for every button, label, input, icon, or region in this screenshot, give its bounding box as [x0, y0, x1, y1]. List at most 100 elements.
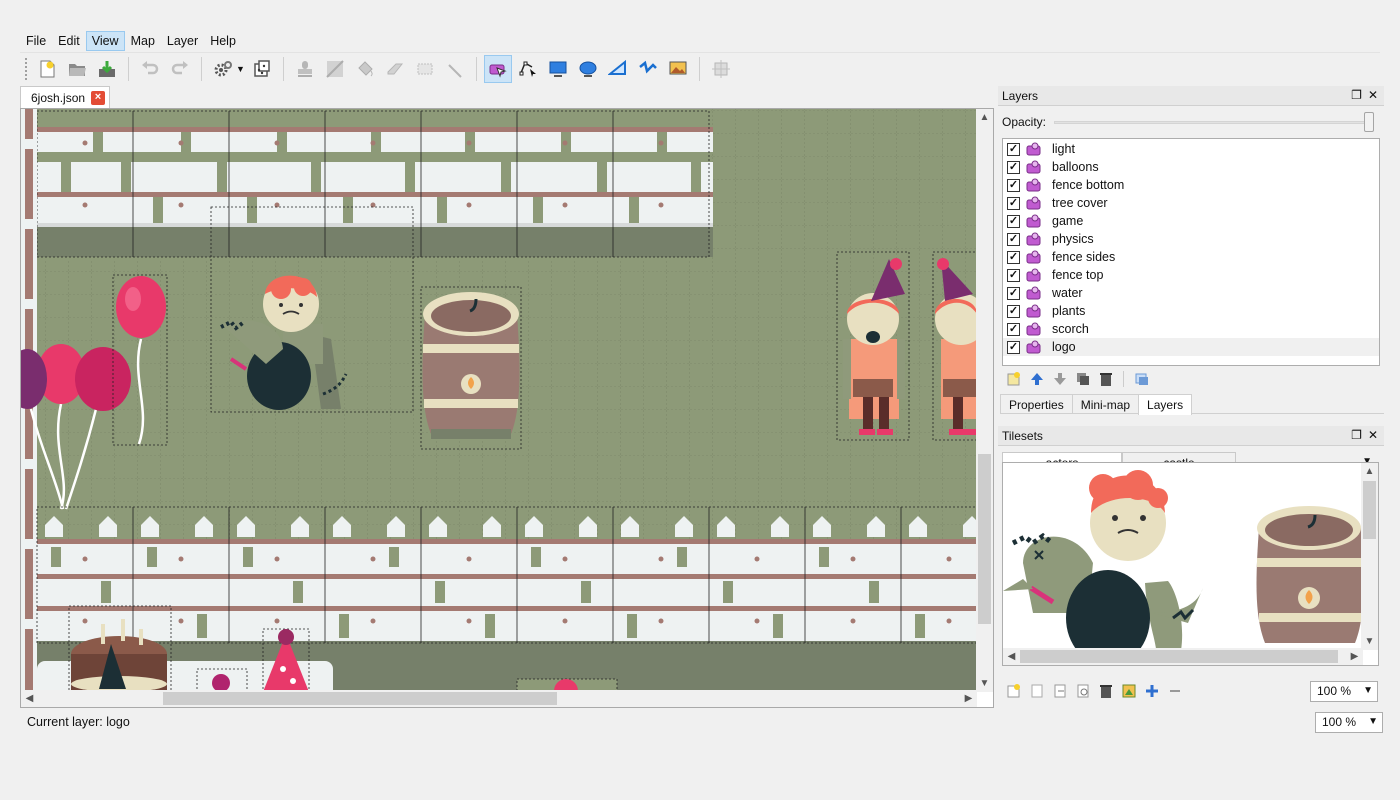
layer-visibility-checkbox[interactable]: ✓ [1007, 214, 1020, 228]
opacity-slider[interactable] [1054, 112, 1374, 132]
map-vertical-scrollbar[interactable]: ▲ ▼ [976, 109, 993, 692]
magic-wand-button[interactable] [441, 55, 469, 83]
tab-mini-map[interactable]: Mini-map [1071, 394, 1140, 413]
bucket-fill-button[interactable] [351, 55, 379, 83]
scroll-left-icon[interactable]: ◀ [1003, 648, 1020, 665]
layer-row[interactable]: ✓ physics [1003, 230, 1379, 248]
scroll-right-icon[interactable]: ▶ [960, 690, 977, 707]
tab-layers[interactable]: Layers [1138, 394, 1193, 415]
zoom-in-button[interactable] [1142, 682, 1161, 701]
insert-polyline-button[interactable] [634, 55, 662, 83]
new-map-button[interactable] [33, 55, 61, 83]
map-horizontal-scrollbar[interactable]: ◀ ▶ [21, 690, 977, 707]
world-tool-button[interactable] [707, 55, 735, 83]
layer-visibility-checkbox[interactable]: ✓ [1007, 322, 1020, 336]
map-horizontal-scroll-thumb[interactable] [163, 692, 557, 705]
insert-rectangle-button[interactable] [544, 55, 572, 83]
document-tab[interactable]: 6josh.json × [20, 86, 110, 108]
layer-row[interactable]: ✓ light [1003, 140, 1379, 158]
edit-polygons-button[interactable] [514, 55, 542, 83]
layer-visibility-checkbox[interactable]: ✓ [1007, 286, 1020, 300]
delete-layer-button[interactable] [1096, 370, 1115, 389]
new-tileset-button[interactable] [1004, 682, 1023, 701]
layer-row[interactable]: ✓ fence sides [1003, 248, 1379, 266]
close-icon[interactable]: ✕ [1368, 428, 1378, 442]
layer-row[interactable]: ✓ scorch [1003, 320, 1379, 338]
map-vertical-scroll-thumb[interactable] [978, 454, 991, 624]
layer-row[interactable]: ✓ plants [1003, 302, 1379, 320]
eraser-button[interactable] [381, 55, 409, 83]
random-mode-button[interactable] [248, 55, 276, 83]
scroll-down-icon[interactable]: ▼ [976, 675, 993, 692]
scroll-up-icon[interactable]: ▲ [976, 109, 993, 126]
tileset-vertical-scroll-thumb[interactable] [1363, 481, 1376, 539]
select-objects-button[interactable] [483, 54, 512, 83]
layer-visibility-checkbox[interactable]: ✓ [1007, 304, 1020, 318]
scroll-right-icon[interactable]: ▶ [1346, 648, 1363, 665]
map-view[interactable]: ▲ ▼ ◀ ▶ [20, 108, 994, 708]
insert-ellipse-button[interactable] [574, 55, 602, 83]
zoom-out-button[interactable] [1165, 682, 1184, 701]
layer-visibility-checkbox[interactable]: ✓ [1007, 142, 1020, 156]
tileset-horizontal-scrollbar[interactable]: ◀ ▶ [1003, 648, 1363, 665]
raise-layer-button[interactable] [1027, 370, 1046, 389]
menu-help[interactable]: Help [204, 31, 242, 51]
layer-row[interactable]: ✓ fence top [1003, 266, 1379, 284]
tileset-properties-button[interactable] [1073, 682, 1092, 701]
terrain-brush-button[interactable] [321, 55, 349, 83]
redo-button[interactable] [166, 55, 194, 83]
layer-row[interactable]: ✓ water [1003, 284, 1379, 302]
layer-row[interactable]: ✓ logo [1003, 338, 1379, 356]
undock-icon[interactable]: ❐ [1351, 428, 1362, 442]
layer-visibility-checkbox[interactable]: ✓ [1007, 178, 1020, 192]
commands-dropdown-icon[interactable]: ▼ [236, 64, 245, 74]
layer-visibility-checkbox[interactable]: ✓ [1007, 268, 1020, 282]
export-tileset-button[interactable] [1050, 682, 1069, 701]
tileset-horizontal-scroll-thumb[interactable] [1020, 650, 1338, 663]
undock-icon[interactable]: ❐ [1351, 88, 1362, 102]
layer-visibility-checkbox[interactable]: ✓ [1007, 196, 1020, 210]
insert-polygon-button[interactable] [604, 55, 632, 83]
close-tab-icon[interactable]: × [91, 91, 105, 105]
stamp-brush-button[interactable] [291, 55, 319, 83]
layer-row[interactable]: ✓ game [1003, 212, 1379, 230]
insert-tile-button[interactable] [664, 55, 692, 83]
layer-row[interactable]: ✓ tree cover [1003, 194, 1379, 212]
layer-row[interactable]: ✓ fence bottom [1003, 176, 1379, 194]
layer-visibility-checkbox[interactable]: ✓ [1007, 160, 1020, 174]
undo-button[interactable] [136, 55, 164, 83]
menu-view[interactable]: View [85, 30, 125, 51]
tab-properties[interactable]: Properties [1000, 394, 1073, 413]
menu-map[interactable]: Map [125, 31, 161, 51]
toolbar-grip[interactable] [24, 56, 28, 81]
menu-edit[interactable]: Edit [52, 31, 86, 51]
duplicate-layer-button[interactable] [1073, 370, 1092, 389]
map-zoom-select[interactable]: 100 % ▼ [1315, 712, 1383, 733]
layer-visibility-checkbox[interactable]: ✓ [1007, 250, 1020, 264]
close-icon[interactable]: ✕ [1368, 88, 1378, 102]
open-button[interactable] [63, 55, 91, 83]
commands-button[interactable] [209, 55, 237, 83]
menu-file[interactable]: File [20, 31, 52, 51]
scroll-up-icon[interactable]: ▲ [1361, 463, 1378, 480]
remove-tileset-button[interactable] [1096, 682, 1115, 701]
save-button[interactable] [93, 55, 121, 83]
tileset-zoom-select[interactable]: 100 % ▼ [1310, 681, 1378, 702]
scroll-left-icon[interactable]: ◀ [21, 690, 38, 707]
highlight-layer-button[interactable] [1132, 370, 1151, 389]
embed-tileset-button[interactable] [1027, 682, 1046, 701]
scroll-down-icon[interactable]: ▼ [1361, 633, 1378, 650]
add-layer-button[interactable] [1004, 370, 1023, 389]
tileset-view[interactable]: ▲ ▼ ◀ ▶ [1002, 462, 1379, 666]
layer-visibility-checkbox[interactable]: ✓ [1007, 232, 1020, 246]
opacity-slider-handle[interactable] [1364, 112, 1374, 132]
lower-layer-button[interactable] [1050, 370, 1069, 389]
tileset-vertical-scrollbar[interactable]: ▲ ▼ [1361, 463, 1378, 650]
layer-row[interactable]: ✓ balloons [1003, 158, 1379, 176]
map-canvas[interactable] [21, 109, 977, 692]
menu-layer[interactable]: Layer [161, 31, 204, 51]
layer-visibility-checkbox[interactable]: ✓ [1007, 340, 1020, 354]
layer-list[interactable]: ✓ light ✓ balloons ✓ fence bottom ✓ tree cover ✓… [1002, 138, 1380, 366]
edit-tileset-button[interactable] [1119, 682, 1138, 701]
rect-select-button[interactable] [411, 55, 439, 83]
